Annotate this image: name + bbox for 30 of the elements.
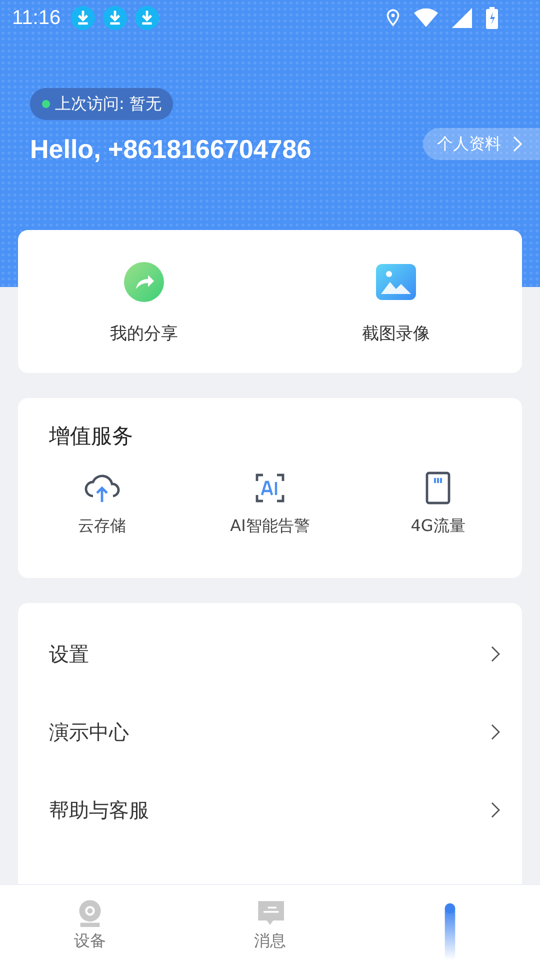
picture-icon: [376, 262, 416, 302]
tab-item[interactable]: 设备: [0, 885, 180, 960]
download-icon: [70, 6, 95, 30]
battery-icon: [486, 7, 498, 29]
section-title: 增值服务: [48, 423, 134, 450]
service-item[interactable]: 云存储: [18, 470, 186, 537]
chevron-icon: [491, 646, 500, 662]
last-visit-text: 上次访问: 暂无: [55, 94, 162, 114]
share-icon: [124, 262, 164, 302]
chevron-icon: [513, 136, 522, 152]
status-time: 11:16: [12, 6, 61, 30]
menu-item[interactable]: 设置: [18, 615, 522, 693]
tab-item[interactable]: 消息: [180, 885, 360, 960]
download-icon: [134, 6, 159, 30]
download-icon: [102, 6, 127, 30]
chat-bubble-icon: [256, 899, 284, 927]
shortcut-item[interactable]: 截图录像: [270, 230, 522, 373]
status-dot: [42, 100, 50, 108]
signal-icon: [452, 8, 472, 28]
chevron-icon: [491, 802, 500, 818]
webcam-icon: [76, 899, 104, 927]
service-item[interactable]: 4G流量: [354, 470, 522, 537]
wifi-icon: [414, 8, 438, 28]
service-item[interactable]: AI智能告警: [186, 470, 354, 537]
greeting-text: Hello, +8618166704786: [30, 134, 312, 165]
location-icon: [386, 9, 400, 27]
chevron-icon: [491, 724, 500, 740]
shortcut-item[interactable]: 我的分享: [18, 230, 270, 373]
menu-item[interactable]: 帮助与客服: [18, 771, 522, 849]
menu-item[interactable]: 演示中心: [18, 693, 522, 771]
